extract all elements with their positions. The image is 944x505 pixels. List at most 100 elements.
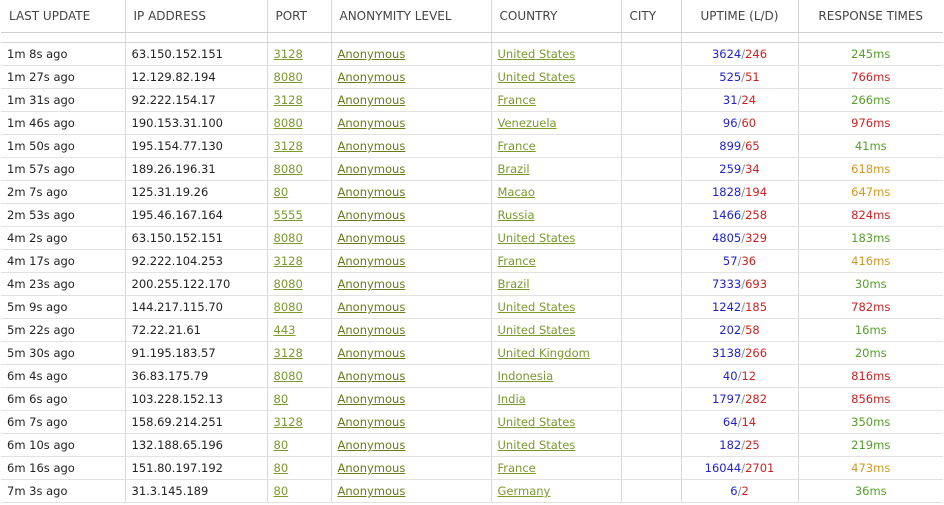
port-link[interactable]: 80 xyxy=(274,185,289,199)
country-link[interactable]: United States xyxy=(498,70,576,84)
anonymity-link[interactable]: Anonymous xyxy=(338,277,406,291)
port-link[interactable]: 8080 xyxy=(274,162,303,176)
anonymity-link[interactable]: Anonymous xyxy=(338,116,406,130)
table-row: 5m 30s ago 91.195.183.57 3128 Anonymous … xyxy=(1,341,943,365)
anonymity-link[interactable]: Anonymous xyxy=(338,484,406,498)
country-link[interactable]: United States xyxy=(498,438,576,452)
anonymity-link[interactable]: Anonymous xyxy=(338,300,406,314)
country-link[interactable]: Brazil xyxy=(498,162,530,176)
anonymity-link[interactable]: Anonymous xyxy=(338,208,406,222)
header-last-update[interactable]: LAST UPDATE xyxy=(1,0,126,33)
anonymity-link[interactable]: Anonymous xyxy=(338,438,406,452)
port-link[interactable]: 8080 xyxy=(274,300,303,314)
response-time-cell: 618ms xyxy=(798,157,943,181)
country-link[interactable]: France xyxy=(498,139,536,153)
header-anonymity-level[interactable]: ANONYMITY LEVEL xyxy=(331,0,492,33)
anonymity-link[interactable]: Anonymous xyxy=(338,70,406,84)
port-link[interactable]: 3128 xyxy=(274,139,303,153)
header-city[interactable]: CITY xyxy=(621,0,682,33)
header-country[interactable]: COUNTRY xyxy=(491,0,622,33)
header-ip-address[interactable]: IP ADDRESS xyxy=(125,0,268,33)
country-link[interactable]: United Kingdom xyxy=(498,346,590,360)
country-link[interactable]: United States xyxy=(498,300,576,314)
last-update-cell: 1m 27s ago xyxy=(1,65,126,89)
anonymity-link[interactable]: Anonymous xyxy=(338,346,406,360)
anonymity-link[interactable]: Anonymous xyxy=(338,47,406,61)
table-row: 6m 4s ago 36.83.175.79 8080 Anonymous In… xyxy=(1,364,943,388)
anonymity-link[interactable]: Anonymous xyxy=(338,323,406,337)
country-link[interactable]: France xyxy=(498,461,536,475)
uptime-live: 40 xyxy=(722,369,738,383)
anonymity-link[interactable]: Anonymous xyxy=(338,415,406,429)
response-time-cell: 36ms xyxy=(798,479,943,503)
table-row: 6m 16s ago 151.80.197.192 80 Anonymous F… xyxy=(1,456,943,480)
uptime-cell: 40/12 xyxy=(681,364,799,388)
last-update-cell: 5m 30s ago xyxy=(1,341,126,365)
anonymity-link[interactable]: Anonymous xyxy=(338,254,406,268)
port-link[interactable]: 8080 xyxy=(274,369,303,383)
anonymity-link[interactable]: Anonymous xyxy=(338,139,406,153)
uptime-dead: 34 xyxy=(745,162,760,176)
country-link[interactable]: Brazil xyxy=(498,277,530,291)
header-response-times[interactable]: RESPONSE TIMES xyxy=(798,0,943,33)
header-port[interactable]: PORT xyxy=(267,0,332,33)
country-link[interactable]: United States xyxy=(498,323,576,337)
country-link[interactable]: France xyxy=(498,254,536,268)
port-link[interactable]: 443 xyxy=(274,323,296,337)
port-link[interactable]: 8080 xyxy=(274,277,303,291)
uptime-live: 1828 xyxy=(711,185,742,199)
port-link[interactable]: 8080 xyxy=(274,116,303,130)
country-link[interactable]: Russia xyxy=(498,208,535,222)
uptime-live: 7333 xyxy=(711,277,742,291)
port-link[interactable]: 3128 xyxy=(274,415,303,429)
uptime-cell: 57/36 xyxy=(681,249,799,273)
port-link[interactable]: 3128 xyxy=(274,346,303,360)
port-link[interactable]: 8080 xyxy=(274,70,303,84)
anonymity-link[interactable]: Anonymous xyxy=(338,392,406,406)
port-link[interactable]: 3128 xyxy=(274,47,303,61)
port-link[interactable]: 80 xyxy=(274,461,289,475)
country-link[interactable]: France xyxy=(498,93,536,107)
port-link[interactable]: 80 xyxy=(274,484,289,498)
ip-address-cell: 200.255.122.170 xyxy=(125,272,268,296)
country-link[interactable]: United States xyxy=(498,231,576,245)
uptime-cell: 1828/194 xyxy=(681,180,799,204)
country-link[interactable]: Indonesia xyxy=(498,369,554,383)
anonymity-link[interactable]: Anonymous xyxy=(338,162,406,176)
country-link[interactable]: United States xyxy=(498,47,576,61)
uptime-dead: 194 xyxy=(745,185,768,199)
port-link[interactable]: 5555 xyxy=(274,208,303,222)
header-uptime[interactable]: UPTIME (L/D) xyxy=(681,0,799,33)
uptime-live: 4805 xyxy=(711,231,742,245)
anonymity-link[interactable]: Anonymous xyxy=(338,369,406,383)
ip-address-cell: 72.22.21.61 xyxy=(125,318,268,342)
response-time-cell: 20ms xyxy=(798,341,943,365)
uptime-live: 3138 xyxy=(711,346,742,360)
city-cell xyxy=(621,433,682,457)
country-link[interactable]: Germany xyxy=(498,484,551,498)
uptime-cell: 3138/266 xyxy=(681,341,799,365)
port-link[interactable]: 80 xyxy=(274,438,289,452)
table-row: 4m 17s ago 92.222.104.253 3128 Anonymous… xyxy=(1,249,943,273)
response-time-cell: 350ms xyxy=(798,410,943,434)
table-row: 1m 50s ago 195.154.77.130 3128 Anonymous… xyxy=(1,134,943,158)
uptime-live: 3624 xyxy=(711,47,742,61)
anonymity-link[interactable]: Anonymous xyxy=(338,231,406,245)
port-link[interactable]: 3128 xyxy=(274,254,303,268)
table-row: 1m 8s ago 63.150.152.151 3128 Anonymous … xyxy=(1,42,943,66)
country-link[interactable]: Macao xyxy=(498,185,535,199)
uptime-dead: 60 xyxy=(741,116,757,130)
anonymity-link[interactable]: Anonymous xyxy=(338,93,406,107)
country-link[interactable]: India xyxy=(498,392,526,406)
anonymity-link[interactable]: Anonymous xyxy=(338,185,406,199)
port-link[interactable]: 8080 xyxy=(274,231,303,245)
ip-address-cell: 125.31.19.26 xyxy=(125,180,268,204)
anonymity-link[interactable]: Anonymous xyxy=(338,461,406,475)
uptime-cell: 525/51 xyxy=(681,65,799,89)
port-link[interactable]: 80 xyxy=(274,392,289,406)
uptime-live: 57 xyxy=(722,254,738,268)
country-link[interactable]: United States xyxy=(498,415,576,429)
port-link[interactable]: 3128 xyxy=(274,93,303,107)
country-link[interactable]: Venezuela xyxy=(498,116,557,130)
city-cell xyxy=(621,387,682,411)
